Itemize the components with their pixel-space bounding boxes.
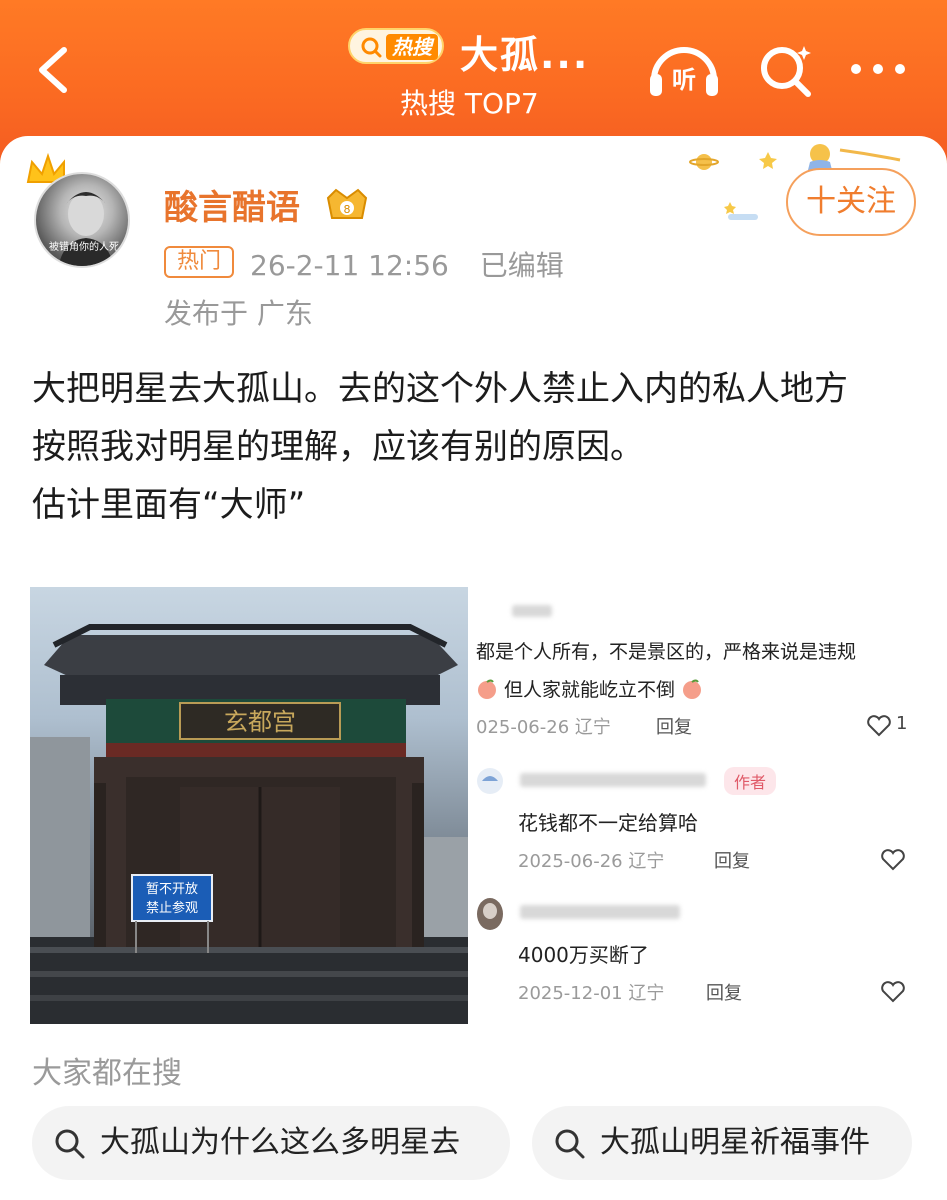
like-heart-icon[interactable]	[880, 849, 906, 871]
back-arrow-icon[interactable]	[30, 40, 80, 100]
listen-icon[interactable]: 听	[646, 40, 722, 100]
related-search-chip-1[interactable]: 大孤山为什么这么多明星去	[32, 1106, 510, 1180]
temple-gate-illustration: 玄都宫 暂不开放 禁止参观	[30, 624, 468, 1024]
post-location: 发布于 广东	[164, 297, 313, 330]
avatar[interactable]: 被错角你的人死	[34, 172, 130, 268]
comment-1-reply[interactable]: 回复	[656, 713, 692, 739]
avatar-caption: 被错角你的人死	[49, 242, 119, 253]
search-icon[interactable]	[756, 40, 816, 100]
comment-1-date: 025-06-26 辽宁	[476, 717, 611, 738]
comment-1-line-2-wrap: 但人家就能屹立不倒	[476, 675, 703, 702]
blurred-name	[520, 905, 680, 919]
post-line-3: 估计里面有“大师”	[32, 485, 306, 525]
edited-label: 已编辑	[479, 249, 564, 282]
vip-crown-icon: 8	[326, 188, 368, 219]
avatar-portrait-icon	[58, 192, 114, 266]
temple-plaque-text: 玄都宫	[224, 708, 296, 736]
post-body: 大把明星去大孤山。去的这个外人禁止入内的私人地方 按照我对明星的理解，应该有别的…	[32, 360, 922, 534]
related-search-label-2: 大孤山明星祈福事件	[600, 1125, 870, 1160]
post-line-2: 按照我对明星的理解，应该有别的原因。	[32, 427, 644, 467]
comment-2-reply[interactable]: 回复	[714, 847, 750, 873]
like-heart-icon[interactable]	[880, 981, 906, 1003]
like-heart-icon[interactable]	[866, 715, 892, 737]
author-name[interactable]: 酸言醋语	[164, 180, 300, 229]
sign-line-1: 暂不开放	[146, 882, 198, 897]
search-icon	[555, 1129, 585, 1159]
comment-3-date: 2025-12-01 辽宁	[518, 983, 665, 1004]
post-line-1: 大把明星去大孤山。去的这个外人禁止入内的私人地方	[32, 369, 848, 409]
commenter-avatar-icon	[477, 768, 503, 794]
post-photo-temple[interactable]: 玄都宫 暂不开放 禁止参观	[30, 587, 468, 1024]
comment-3-text: 4000万买断了	[518, 943, 649, 967]
svg-text:8: 8	[344, 203, 351, 216]
blurred-name	[520, 773, 706, 787]
blurred-name	[512, 605, 552, 617]
related-search-chip-2[interactable]: 大孤山明星祈福事件	[532, 1106, 912, 1180]
comment-1-line-1: 都是个人所有，不是景区的，严格来说是违规	[476, 641, 857, 663]
related-search-label-1: 大孤山为什么这么多明星去	[100, 1125, 460, 1160]
more-icon[interactable]	[846, 58, 910, 80]
comment-1-line-2: 但人家就能屹立不倒	[504, 679, 676, 701]
page-subtitle: 热搜 TOP7	[400, 87, 539, 120]
hot-tag: 热门	[164, 246, 234, 278]
search-icon	[361, 37, 382, 58]
comment-2-date: 2025-06-26 辽宁	[518, 851, 665, 872]
sign-line-2: 禁止参观	[146, 900, 198, 916]
post-datetime: 26-2-11 12:56	[250, 249, 449, 282]
search-icon	[55, 1129, 85, 1159]
comment-2-text: 花钱都不一定给算哈	[518, 811, 698, 835]
comment-1-likes: 1	[896, 713, 908, 734]
follow-button[interactable]: 十关注	[786, 168, 916, 236]
comment-screenshot[interactable]: 都是个人所有，不是景区的，严格来说是违规 但人家就能屹立不倒 025-06-26…	[472, 587, 917, 1027]
listen-label: 听	[672, 66, 696, 94]
post-meta: 26-2-11 12:56 已编辑	[250, 244, 564, 284]
peach-emoji-icon	[683, 679, 702, 699]
commenter-avatar-icon	[477, 898, 503, 930]
comment-3-reply[interactable]: 回复	[706, 979, 742, 1005]
peach-emoji-icon	[478, 679, 496, 699]
hot-search-badge: 热搜	[348, 28, 444, 64]
everyone-searching-heading: 大家都在搜	[32, 1056, 182, 1091]
hot-search-label: 热搜	[386, 34, 438, 60]
author-tag: 作者	[724, 767, 777, 795]
page-title: 大孤...	[460, 33, 590, 77]
